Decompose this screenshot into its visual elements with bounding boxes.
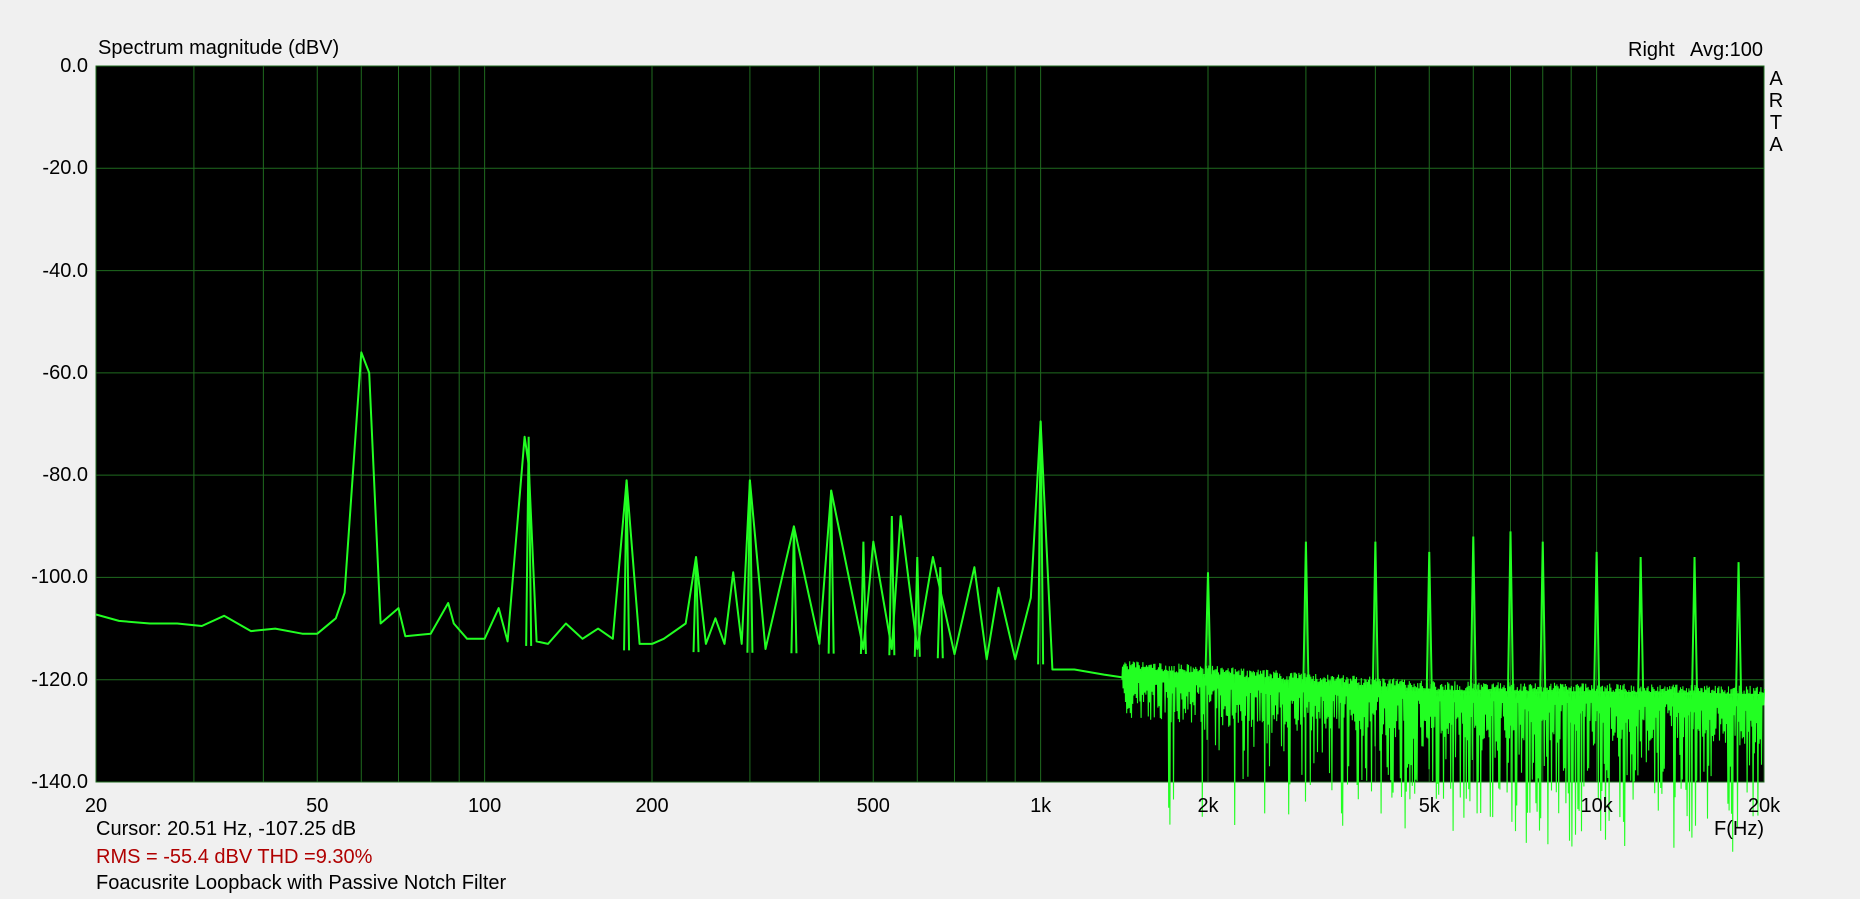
watermark-letter: A: [1769, 134, 1783, 156]
watermark-letter: A: [1769, 68, 1783, 90]
x-tick-label: 2k: [1197, 795, 1219, 817]
y-tick-label: 0.0: [60, 55, 88, 77]
x-axis-label: F(Hz): [1714, 818, 1764, 840]
chart-title: Spectrum magnitude (dBV): [98, 37, 340, 59]
arta-watermark: A R T A: [1768, 68, 1784, 156]
y-tick-label: -60.0: [42, 361, 88, 384]
x-tick-label: 50: [306, 795, 329, 817]
spectrum-chart: [95, 65, 1766, 852]
x-tick-label: 20: [84, 795, 108, 817]
y-tick-label: -80.0: [42, 464, 88, 487]
x-tick-label: 1k: [1030, 795, 1052, 817]
watermark-letter: R: [1768, 90, 1784, 112]
x-tick-label: 20k: [1747, 795, 1781, 817]
cursor-readout: Cursor: 20.51 Hz, -107.25 dB: [96, 818, 357, 840]
measurement-name: Foacusrite Loopback with Passive Notch F…: [96, 872, 507, 894]
y-tick-label: -40.0: [42, 259, 88, 282]
y-tick-label: -120.0: [31, 668, 88, 691]
y-tick-label: -140.0: [31, 771, 88, 793]
x-tick-label: 100: [467, 795, 502, 817]
y-tick-label: -20.0: [42, 157, 88, 180]
plot-area: [95, 65, 1765, 783]
rms-thd-readout: RMS = -55.4 dBV THD =9.30%: [96, 846, 373, 868]
watermark-letter: T: [1769, 112, 1783, 134]
x-tick-label: 200: [635, 795, 669, 817]
channel-label: Right: [1628, 39, 1675, 61]
x-tick-label: 10k: [1580, 795, 1613, 817]
x-tick-label: 500: [856, 795, 890, 817]
y-tick-label: -100.0: [31, 566, 88, 589]
average-label: Avg:100: [1690, 39, 1764, 61]
x-tick-label: 5k: [1418, 795, 1440, 817]
